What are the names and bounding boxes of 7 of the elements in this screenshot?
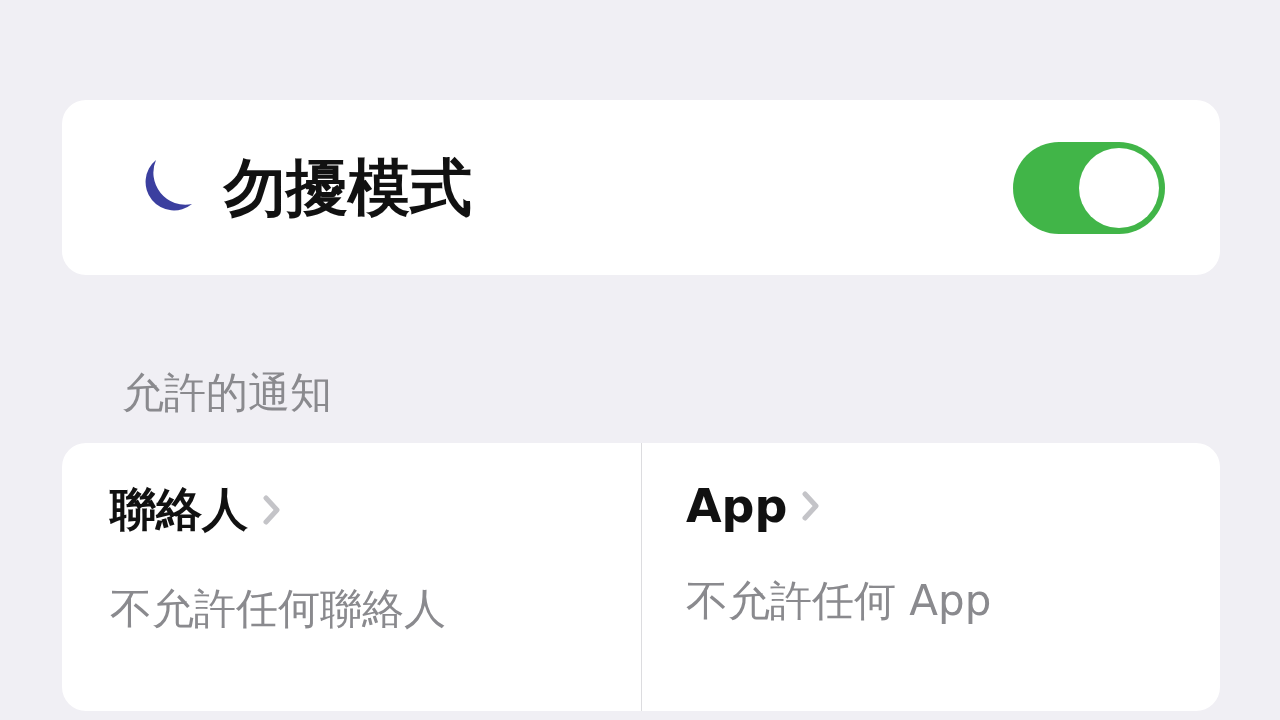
- section-header: 允許的通知: [121, 367, 333, 419]
- chevron-icon: [262, 495, 282, 525]
- category-title[interactable]: App: [686, 479, 788, 533]
- category-subtitle: 不允許任何聯絡人: [110, 583, 446, 635]
- category-subtitle: 不允許任何 App: [686, 575, 992, 627]
- category-title[interactable]: 聯絡人: [110, 479, 248, 541]
- focus-title: 勿擾模式: [224, 149, 473, 226]
